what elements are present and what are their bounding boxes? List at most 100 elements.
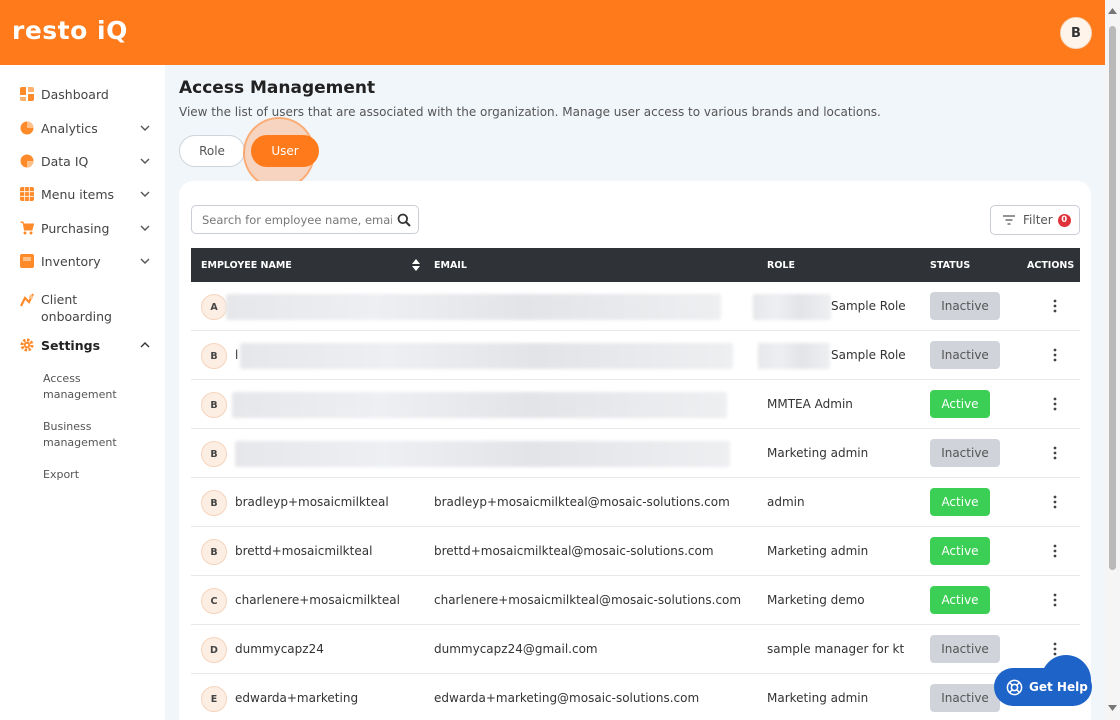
more-options-icon[interactable] bbox=[1053, 299, 1057, 313]
get-help-button[interactable]: Get Help bbox=[994, 668, 1092, 706]
users-card: Filter 0 EMPLOYEE NAME EMAIL ROLE STATUS… bbox=[179, 181, 1091, 720]
onboarding-icon bbox=[20, 293, 34, 307]
table-row[interactable]: B MMTEA Admin Active bbox=[191, 380, 1080, 429]
cell-email: charlenere+mosaicmilkteal@mosaic-solutio… bbox=[434, 593, 742, 607]
cell-email: dummycapz24@gmail.com bbox=[434, 642, 598, 656]
cell-role: Marketing admin bbox=[767, 691, 869, 705]
sidebar-item-data-iq[interactable]: Data IQ bbox=[20, 149, 150, 173]
cell-employee-name: edwarda+marketing bbox=[235, 691, 359, 705]
table-row[interactable]: Ddummycapz24 dummycapz24@gmail.com sample … bbox=[191, 625, 1080, 674]
sidebar-item-label: Inventory bbox=[41, 253, 101, 269]
row-avatar: C bbox=[201, 588, 227, 614]
status-badge: Active bbox=[930, 586, 990, 614]
cell-employee-name: bradleyp+mosaicmilkteal bbox=[235, 495, 389, 509]
redacted-area bbox=[753, 294, 831, 320]
row-avatar: B bbox=[201, 539, 227, 565]
row-avatar: D bbox=[201, 637, 227, 663]
scroll-up-arrow-icon[interactable] bbox=[1108, 8, 1117, 14]
table-row[interactable]: B Marketing admin Inactive bbox=[191, 429, 1080, 478]
scroll-down-arrow-icon[interactable] bbox=[1108, 705, 1117, 711]
more-options-icon[interactable] bbox=[1053, 544, 1057, 558]
row-avatar: B bbox=[201, 343, 227, 369]
cell-role: MMTEA Admin bbox=[767, 397, 853, 411]
sidebar-item-inventory[interactable]: Inventory bbox=[20, 249, 150, 273]
sidebar-sub-access-management[interactable]: Access management bbox=[43, 371, 133, 403]
scroll-thumb[interactable] bbox=[1109, 26, 1116, 570]
table-row[interactable]: A Sample Role Inactive bbox=[191, 282, 1080, 331]
redacted-area bbox=[235, 441, 730, 467]
cell-employee-name: dummycapz24 bbox=[235, 642, 324, 656]
analytics-icon bbox=[20, 121, 34, 135]
sort-icon[interactable] bbox=[412, 259, 420, 271]
more-options-icon[interactable] bbox=[1053, 446, 1057, 460]
more-options-icon[interactable] bbox=[1053, 642, 1057, 656]
chevron-up-icon[interactable] bbox=[140, 340, 150, 350]
more-options-icon[interactable] bbox=[1053, 397, 1057, 411]
cell-email: bradleyp+mosaicmilkteal@mosaic-solutions… bbox=[434, 495, 730, 509]
app-logo[interactable]: resto iQ bbox=[12, 16, 128, 45]
chevron-down-icon[interactable] bbox=[140, 189, 150, 199]
page-title: Access Management bbox=[179, 78, 376, 98]
filter-button[interactable]: Filter 0 bbox=[990, 205, 1080, 235]
row-avatar: E bbox=[201, 686, 227, 712]
page-scrollbar[interactable] bbox=[1105, 0, 1120, 720]
cell-employee-name: brettd+mosaicmilkteal bbox=[235, 544, 373, 558]
sidebar-item-dashboard[interactable]: Dashboard bbox=[20, 82, 150, 106]
search-icon[interactable] bbox=[397, 213, 411, 227]
sidebar-item-label: Purchasing bbox=[41, 220, 110, 236]
sidebar-sub-export[interactable]: Export bbox=[43, 467, 79, 483]
dashboard-icon bbox=[20, 87, 34, 101]
status-badge: Active bbox=[930, 537, 990, 565]
cell-role: Sample Role bbox=[831, 348, 906, 362]
more-options-icon[interactable] bbox=[1053, 593, 1057, 607]
search-input[interactable] bbox=[202, 212, 392, 227]
cell-employee-name: charlenere+mosaicmilkteal bbox=[235, 593, 400, 607]
table-row[interactable]: Ccharlenere+mosaicmilkteal charlenere+mos… bbox=[191, 576, 1080, 625]
sidebar-item-analytics[interactable]: Analytics bbox=[20, 116, 150, 140]
chevron-down-icon[interactable] bbox=[140, 256, 150, 266]
redacted-area bbox=[232, 392, 727, 418]
filter-icon bbox=[1003, 215, 1015, 225]
column-header-employee-name[interactable]: EMPLOYEE NAME bbox=[201, 248, 292, 282]
table-header: EMPLOYEE NAME EMAIL ROLE STATUS ACTIONS bbox=[191, 248, 1080, 282]
gear-icon bbox=[20, 338, 34, 352]
more-options-icon[interactable] bbox=[1053, 348, 1057, 362]
cell-role: sample manager for kt bbox=[767, 642, 905, 656]
main-content: Access Management View the list of users… bbox=[165, 65, 1105, 720]
table-row[interactable]: Bl Sample Role Inactive bbox=[191, 331, 1080, 380]
sidebar-item-settings[interactable]: Settings bbox=[20, 333, 150, 357]
user-avatar[interactable]: B bbox=[1060, 17, 1092, 49]
sidebar-item-client-onboarding[interactable]: Client onboarding bbox=[20, 291, 150, 327]
lifebuoy-icon bbox=[1006, 679, 1023, 695]
table-row[interactable]: Eedwarda+marketing edwarda+marketing@mosa… bbox=[191, 674, 1080, 720]
cart-icon bbox=[20, 221, 34, 235]
tab-role[interactable]: Role bbox=[179, 135, 245, 167]
sidebar-item-label: Menu items bbox=[41, 186, 115, 202]
chevron-down-icon[interactable] bbox=[140, 156, 150, 166]
row-avatar: B bbox=[201, 490, 227, 516]
chevron-down-icon[interactable] bbox=[140, 123, 150, 133]
row-avatar: A bbox=[201, 294, 227, 320]
sidebar-sub-business-management[interactable]: Business management bbox=[43, 419, 133, 451]
tab-user[interactable]: User bbox=[251, 135, 319, 167]
menu-items-icon bbox=[20, 187, 34, 201]
get-help-label: Get Help bbox=[1029, 680, 1088, 694]
chevron-down-icon[interactable] bbox=[140, 223, 150, 233]
status-badge: Inactive bbox=[930, 292, 1000, 320]
top-bar: resto iQ B bbox=[0, 0, 1120, 65]
cell-role: Marketing demo bbox=[767, 593, 865, 607]
more-options-icon[interactable] bbox=[1053, 495, 1057, 509]
sidebar-item-label: Client onboarding bbox=[41, 292, 112, 324]
filter-count-badge: 0 bbox=[1057, 213, 1071, 227]
sidebar-item-menu-items[interactable]: Menu items bbox=[20, 182, 150, 206]
status-badge: Active bbox=[930, 488, 990, 516]
status-badge: Inactive bbox=[930, 439, 1000, 467]
sidebar-item-purchasing[interactable]: Purchasing bbox=[20, 216, 150, 240]
status-badge: Inactive bbox=[930, 635, 1000, 663]
sidebar-item-label: Analytics bbox=[41, 120, 98, 136]
status-badge: Inactive bbox=[930, 341, 1000, 369]
row-avatar: B bbox=[201, 441, 227, 467]
redacted-area bbox=[226, 294, 721, 320]
table-row[interactable]: Bbrettd+mosaicmilkteal brettd+mosaicmilkt… bbox=[191, 527, 1080, 576]
table-row[interactable]: Bbradleyp+mosaicmilkteal bradleyp+mosaicm… bbox=[191, 478, 1080, 527]
